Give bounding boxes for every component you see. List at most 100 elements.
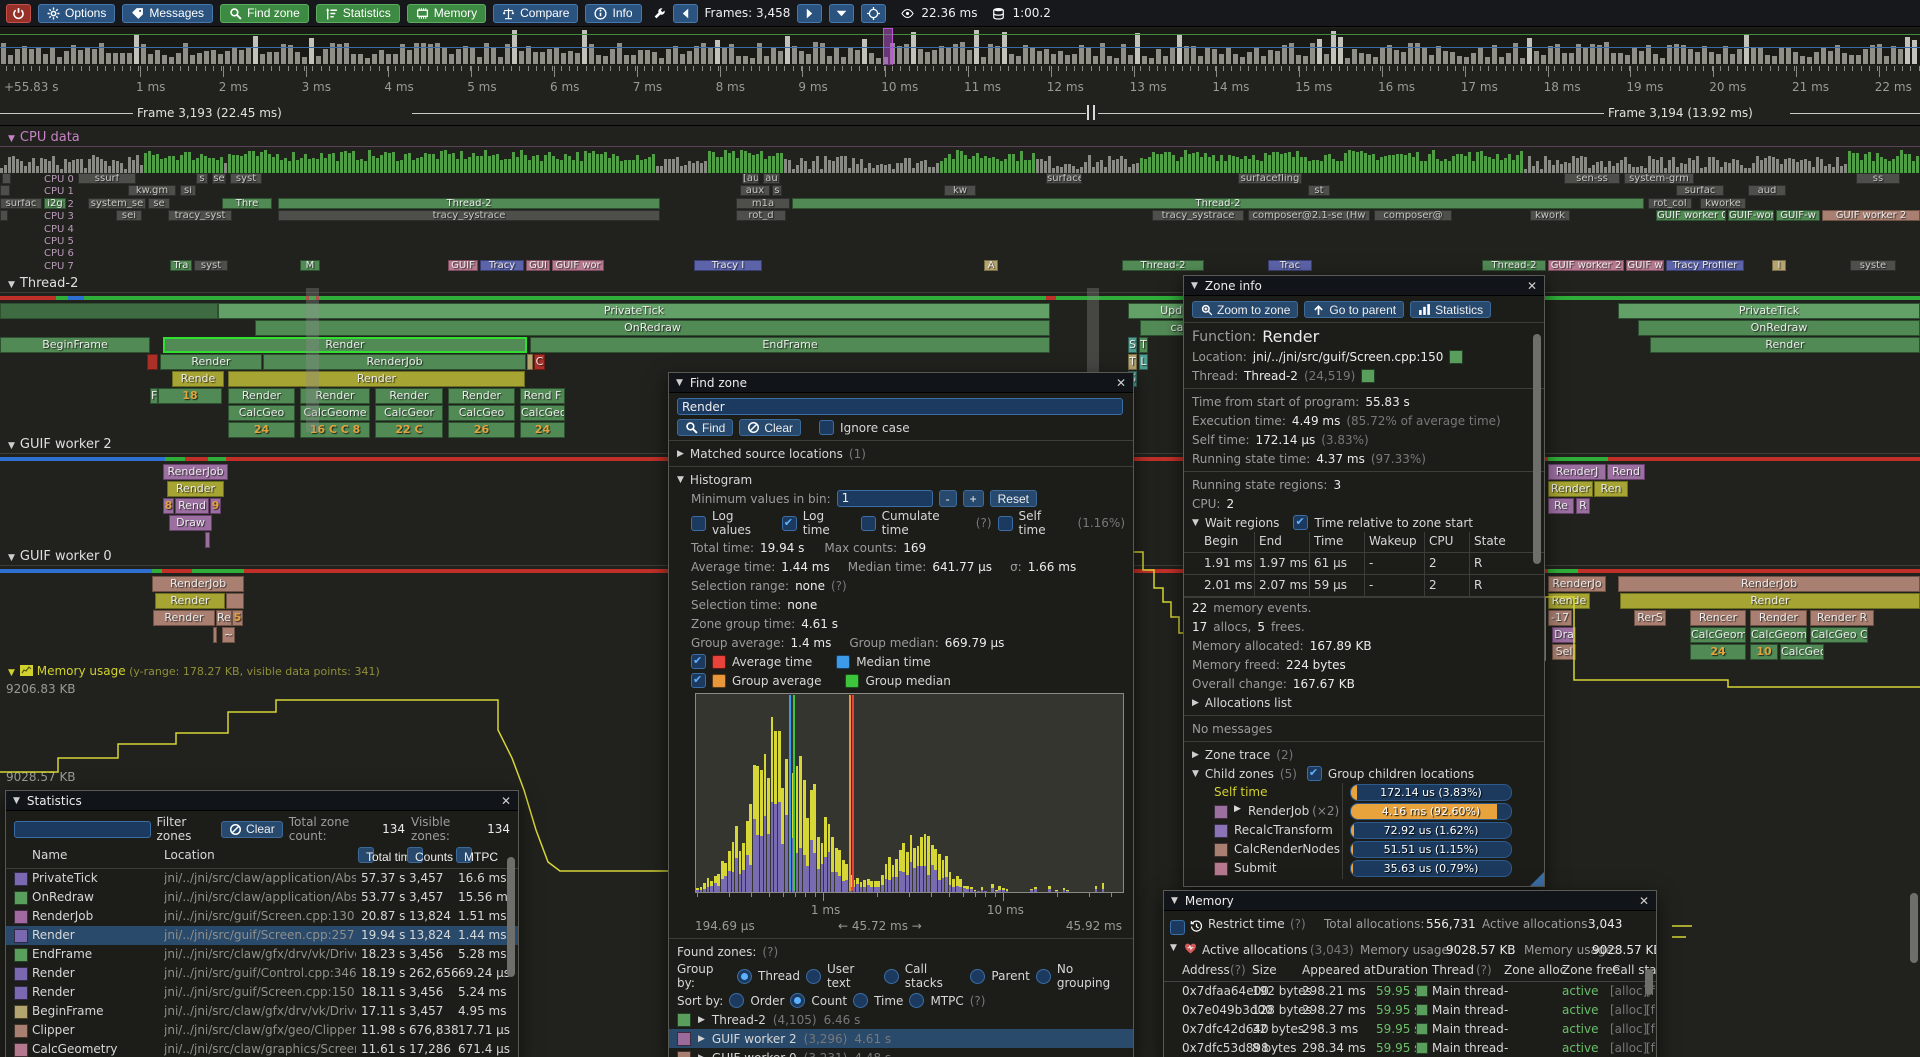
zone[interactable]: CalcGeo: [228, 405, 295, 421]
frame-bar[interactable]: [1191, 46, 1196, 64]
statistics-button[interactable]: Statistics: [316, 4, 400, 23]
column-appeared[interactable]: Appeared at: [1302, 963, 1376, 977]
thread-state-strip[interactable]: [208, 457, 226, 461]
frame-bar[interactable]: [1625, 55, 1630, 64]
zone[interactable]: Sel: [1552, 644, 1576, 660]
frame-bar[interactable]: [351, 54, 356, 64]
zone[interactable]: Rencer: [1690, 610, 1746, 626]
column-location[interactable]: Location: [164, 848, 215, 862]
frame-bar[interactable]: [547, 49, 552, 64]
frame-bar[interactable]: [799, 51, 804, 64]
expand-icon[interactable]: ▶: [698, 1034, 705, 1044]
collapse-icon[interactable]: ▼: [13, 796, 20, 806]
frame-bar[interactable]: [50, 47, 55, 64]
zone-name[interactable]: Render: [32, 985, 75, 999]
frame-bar[interactable]: [932, 50, 937, 64]
frame-bar[interactable]: [659, 58, 664, 64]
zone[interactable]: st: [1308, 185, 1330, 196]
frame-bar[interactable]: [1632, 47, 1637, 64]
log-values-checkbox[interactable]: [691, 516, 706, 531]
thread-state-strip[interactable]: [56, 296, 68, 300]
group-by-option[interactable]: Call stacks: [905, 962, 965, 990]
restrict-hint[interactable]: (?): [1290, 917, 1306, 931]
frame-bar[interactable]: [1170, 47, 1175, 64]
zone[interactable]: [147, 354, 158, 370]
frame-bar[interactable]: [323, 49, 328, 64]
zone[interactable]: surface!: [1046, 173, 1082, 184]
messages-button[interactable]: Messages: [122, 4, 213, 23]
frame-bar[interactable]: [1618, 53, 1623, 64]
zone[interactable]: syst: [194, 260, 228, 271]
zone[interactable]: CalcGeomet: [1750, 627, 1807, 643]
frame-bar[interactable]: [190, 55, 195, 64]
prev-frame-button[interactable]: [673, 4, 698, 23]
expand-icon[interactable]: ▶: [698, 1053, 705, 1057]
active-allocations-label[interactable]: Active allocations: [1202, 943, 1308, 957]
memory-usage-header[interactable]: ▼ Memory usage (y-range: 178.27 KB, visi…: [8, 664, 380, 678]
frame-bar[interactable]: [1247, 52, 1252, 65]
close-icon[interactable]: ✕: [1527, 279, 1537, 293]
table-row[interactable]: Renderjni/../jni/src/guif/Screen.cpp:257…: [6, 926, 518, 945]
zone[interactable]: Tracy: [480, 260, 524, 271]
frame-bar[interactable]: [253, 36, 258, 64]
zone[interactable]: Render: [163, 337, 527, 353]
frames-overview-strip[interactable]: [0, 28, 1920, 65]
zone[interactable]: -17: [1548, 610, 1572, 626]
zone[interactable]: au: [763, 173, 780, 184]
zone[interactable]: RenderJob: [1618, 576, 1920, 592]
table-row[interactable]: PrivateTickjni/../jni/src/claw/applicati…: [6, 869, 518, 888]
wait-column-end[interactable]: End: [1259, 534, 1282, 548]
expand-icon[interactable]: ▶: [1192, 750, 1199, 760]
frame-bar[interactable]: [715, 40, 720, 64]
child-zone-row[interactable]: Self time172.14 us (3.83%): [1184, 783, 1544, 802]
zone[interactable]: 10: [1750, 644, 1778, 660]
frame-bar[interactable]: [232, 48, 237, 64]
group-by-radio-user-text[interactable]: [806, 969, 821, 984]
frame-bar[interactable]: [1884, 56, 1889, 64]
locate-button[interactable]: [861, 4, 886, 23]
thread-state-strip[interactable]: [319, 296, 1046, 300]
child-zone-name[interactable]: RenderJob: [1248, 804, 1309, 818]
zone[interactable]: syste: [1850, 260, 1896, 271]
frame-bar[interactable]: [246, 47, 251, 64]
alloc-callstack-alloc[interactable]: [alloc]: [1610, 1041, 1647, 1055]
frame-bar[interactable]: [827, 56, 832, 64]
frame-bar[interactable]: [1548, 46, 1553, 64]
zoom-to-zone-button[interactable]: Zoom to zone: [1192, 301, 1298, 318]
zone-name[interactable]: CalcGeometry: [32, 1042, 118, 1056]
frame-bar[interactable]: [127, 53, 132, 64]
frame-bar[interactable]: [29, 49, 34, 64]
zone-info-titlebar[interactable]: ▼ Zone info ✕: [1184, 276, 1544, 296]
table-row[interactable]: BeginFramejni/../jni/src/claw/gfx/drv/vk…: [6, 1002, 518, 1021]
thread-state-strip[interactable]: [1548, 457, 1608, 461]
thread-state-strip[interactable]: [0, 569, 152, 573]
group-by-radio-no-grouping[interactable]: [1036, 969, 1051, 984]
group-name[interactable]: GUIF worker 2: [712, 1032, 797, 1046]
sort-by-radio-time[interactable]: [853, 993, 868, 1008]
frame-bar[interactable]: [568, 51, 573, 64]
zone-name[interactable]: Clipper: [32, 1023, 75, 1037]
collapse-icon[interactable]: ▼: [1192, 769, 1199, 779]
frame-bar[interactable]: [1051, 54, 1056, 64]
frame-bar[interactable]: [946, 48, 951, 64]
zone[interactable]: Draw: [169, 515, 212, 531]
frame-bar[interactable]: [1793, 52, 1798, 64]
view-marker[interactable]: [883, 28, 893, 65]
table-row[interactable]: Renderjni/../jni/src/guif/Screen.cpp:150…: [6, 983, 518, 1002]
thread-header-guif-worker-0[interactable]: ▼GUIF worker 0: [8, 549, 112, 564]
frame-bar[interactable]: [1457, 56, 1462, 64]
frame-bar[interactable]: [1205, 48, 1210, 64]
column-counts[interactable]: Counts: [407, 847, 423, 863]
frame-bar[interactable]: [1268, 50, 1273, 64]
zone[interactable]: GUIF: [448, 260, 478, 271]
frame-bar[interactable]: [386, 54, 391, 64]
column-duration[interactable]: Duration: [1376, 963, 1428, 977]
zone-statistics-button[interactable]: Statistics: [1410, 301, 1491, 318]
zone[interactable]: tracy_syst: [168, 210, 232, 221]
zone[interactable]: Render: [167, 481, 224, 497]
frame-bar[interactable]: [106, 53, 111, 64]
frame-bar[interactable]: [708, 47, 713, 64]
zone-trace-label[interactable]: Zone trace: [1205, 748, 1270, 762]
frame-bar[interactable]: [358, 54, 363, 64]
zone[interactable]: tracy_systrace: [278, 210, 660, 221]
